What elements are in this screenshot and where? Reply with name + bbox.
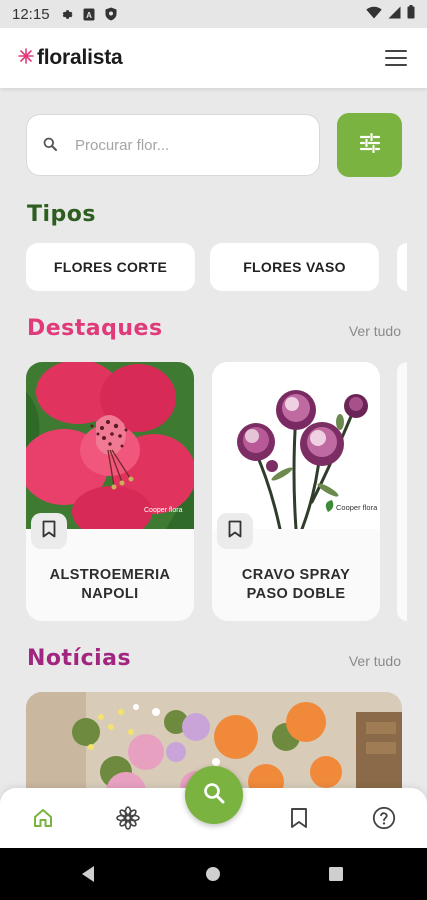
settings-icon	[60, 7, 74, 21]
nav-home[interactable]	[29, 806, 57, 834]
back-icon[interactable]	[80, 865, 96, 887]
battery-icon	[407, 5, 415, 23]
hamburger-menu-button[interactable]	[383, 48, 409, 68]
news-section-title: Notícias	[27, 646, 132, 671]
product-image-cravo: Cooper flora	[212, 362, 380, 531]
help-icon	[372, 806, 396, 834]
product-name: CRAVO SPRAY PASO DOBLE	[241, 567, 351, 602]
featured-see-all-link[interactable]: Ver tudo	[349, 323, 401, 339]
news-see-all-link[interactable]: Ver tudo	[349, 653, 401, 669]
logo[interactable]: floralista	[18, 46, 123, 70]
recents-icon[interactable]	[328, 866, 344, 886]
type-chip-flores-vaso[interactable]: FLORES VASO	[210, 243, 379, 291]
type-chip-partial[interactable]	[397, 243, 407, 291]
nav-help[interactable]	[370, 806, 398, 834]
menu-line	[385, 50, 407, 53]
menu-line	[385, 56, 407, 60]
svg-text:A: A	[86, 11, 92, 20]
filter-button[interactable]	[337, 113, 402, 177]
product-card-cravo[interactable]: Cooper flora CRAVO SPRAY PASO DOBLE	[212, 362, 380, 621]
home-icon	[32, 807, 54, 833]
flower-icon	[116, 806, 140, 834]
status-time: 12:15	[12, 5, 50, 23]
search-icon	[203, 782, 225, 808]
app-notification-icon: A	[82, 7, 96, 21]
product-card-alstroemeria[interactable]: Cooper flora ALSTROEMERIA NAPOLI	[26, 362, 194, 621]
bookmark-icon	[228, 520, 242, 542]
shield-icon	[104, 7, 118, 21]
flower-logo-icon	[18, 48, 34, 68]
types-section-title: Tipos	[27, 202, 97, 227]
search-input[interactable]	[75, 136, 275, 154]
status-bar: 12:15 A	[0, 0, 427, 28]
search-icon	[43, 136, 57, 155]
brand-watermark: Cooper flora	[336, 503, 378, 512]
bookmark-icon	[42, 520, 56, 542]
bookmark-button[interactable]	[31, 513, 67, 549]
cell-signal-icon	[388, 6, 401, 23]
product-image-alstroemeria: Cooper flora	[26, 362, 194, 538]
home-circle-icon[interactable]	[205, 866, 221, 886]
search-box[interactable]	[26, 114, 320, 176]
menu-line	[385, 63, 407, 66]
wifi-icon	[366, 6, 382, 23]
product-name: ALSTROEMERIA NAPOLI	[49, 567, 171, 602]
bookmark-button[interactable]	[217, 513, 253, 549]
nav-flowers[interactable]	[114, 806, 142, 834]
sliders-icon	[359, 132, 381, 157]
featured-section-title: Destaques	[27, 316, 163, 341]
nav-bookmarks[interactable]	[285, 806, 313, 834]
system-navigation-bar	[0, 848, 427, 900]
logo-text: floralista	[37, 46, 123, 69]
type-chip-flores-corte[interactable]: FLORES CORTE	[26, 243, 195, 291]
bookmark-icon	[290, 807, 308, 833]
app-header: floralista	[0, 28, 427, 88]
brand-watermark: Cooper flora	[144, 507, 183, 514]
search-fab-button[interactable]	[185, 766, 243, 824]
product-card-partial[interactable]	[397, 362, 407, 621]
